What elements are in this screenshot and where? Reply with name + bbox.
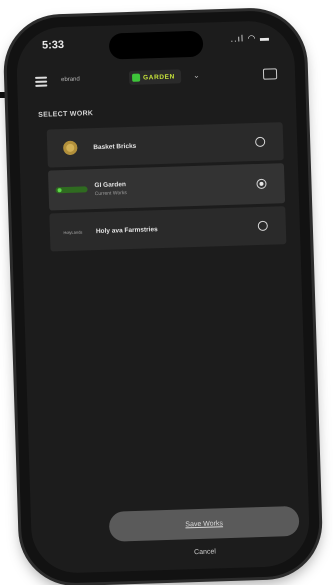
message-icon[interactable]: [262, 68, 278, 80]
phone-mockup: 5:33 ..ıl ◠ ▬ ebrand GARDEN ⌄ SELECT WOR…: [0, 0, 333, 585]
text-logo: HolyLands: [63, 229, 83, 235]
work-item-holy-farmstries[interactable]: HolyLands Holy ava Farmstries: [49, 206, 287, 252]
work-list: Basket Bricks GI Garden Current Works Ho…: [46, 122, 287, 254]
app-bar: ebrand GARDEN ⌄: [17, 60, 296, 99]
work-logo: [47, 128, 94, 167]
hamburger-menu-icon[interactable]: [35, 76, 48, 87]
status-indicators: ..ıl ◠ ▬: [230, 32, 271, 44]
phone-body: 5:33 ..ıl ◠ ▬ ebrand GARDEN ⌄ SELECT WOR…: [5, 9, 321, 585]
chevron-down-icon[interactable]: ⌄: [193, 71, 200, 80]
radio-button[interactable]: [255, 136, 266, 148]
work-item-gi-garden[interactable]: GI Garden Current Works: [47, 163, 286, 211]
gold-circle-logo-icon: [63, 140, 78, 156]
section-title: SELECT WORK: [38, 110, 94, 119]
radio-button[interactable]: [257, 220, 268, 231]
brand-logo-icon: [131, 73, 141, 82]
brand-switcher[interactable]: GARDEN: [128, 69, 182, 85]
brand-name: GARDEN: [142, 73, 175, 82]
cancel-button[interactable]: Cancel: [110, 546, 300, 559]
work-logo: [48, 169, 95, 210]
save-works-button[interactable]: Save Works: [108, 505, 300, 542]
status-time: 5:33: [41, 38, 65, 52]
dynamic-island: [108, 30, 204, 60]
user-label: ebrand: [61, 76, 80, 84]
garden-pill-logo-icon: [55, 186, 88, 194]
phone-screen: 5:33 ..ıl ◠ ▬ ebrand GARDEN ⌄ SELECT WOR…: [15, 19, 311, 575]
work-item-basket-bricks[interactable]: Basket Bricks: [46, 122, 284, 168]
work-logo: HolyLands: [49, 212, 96, 251]
